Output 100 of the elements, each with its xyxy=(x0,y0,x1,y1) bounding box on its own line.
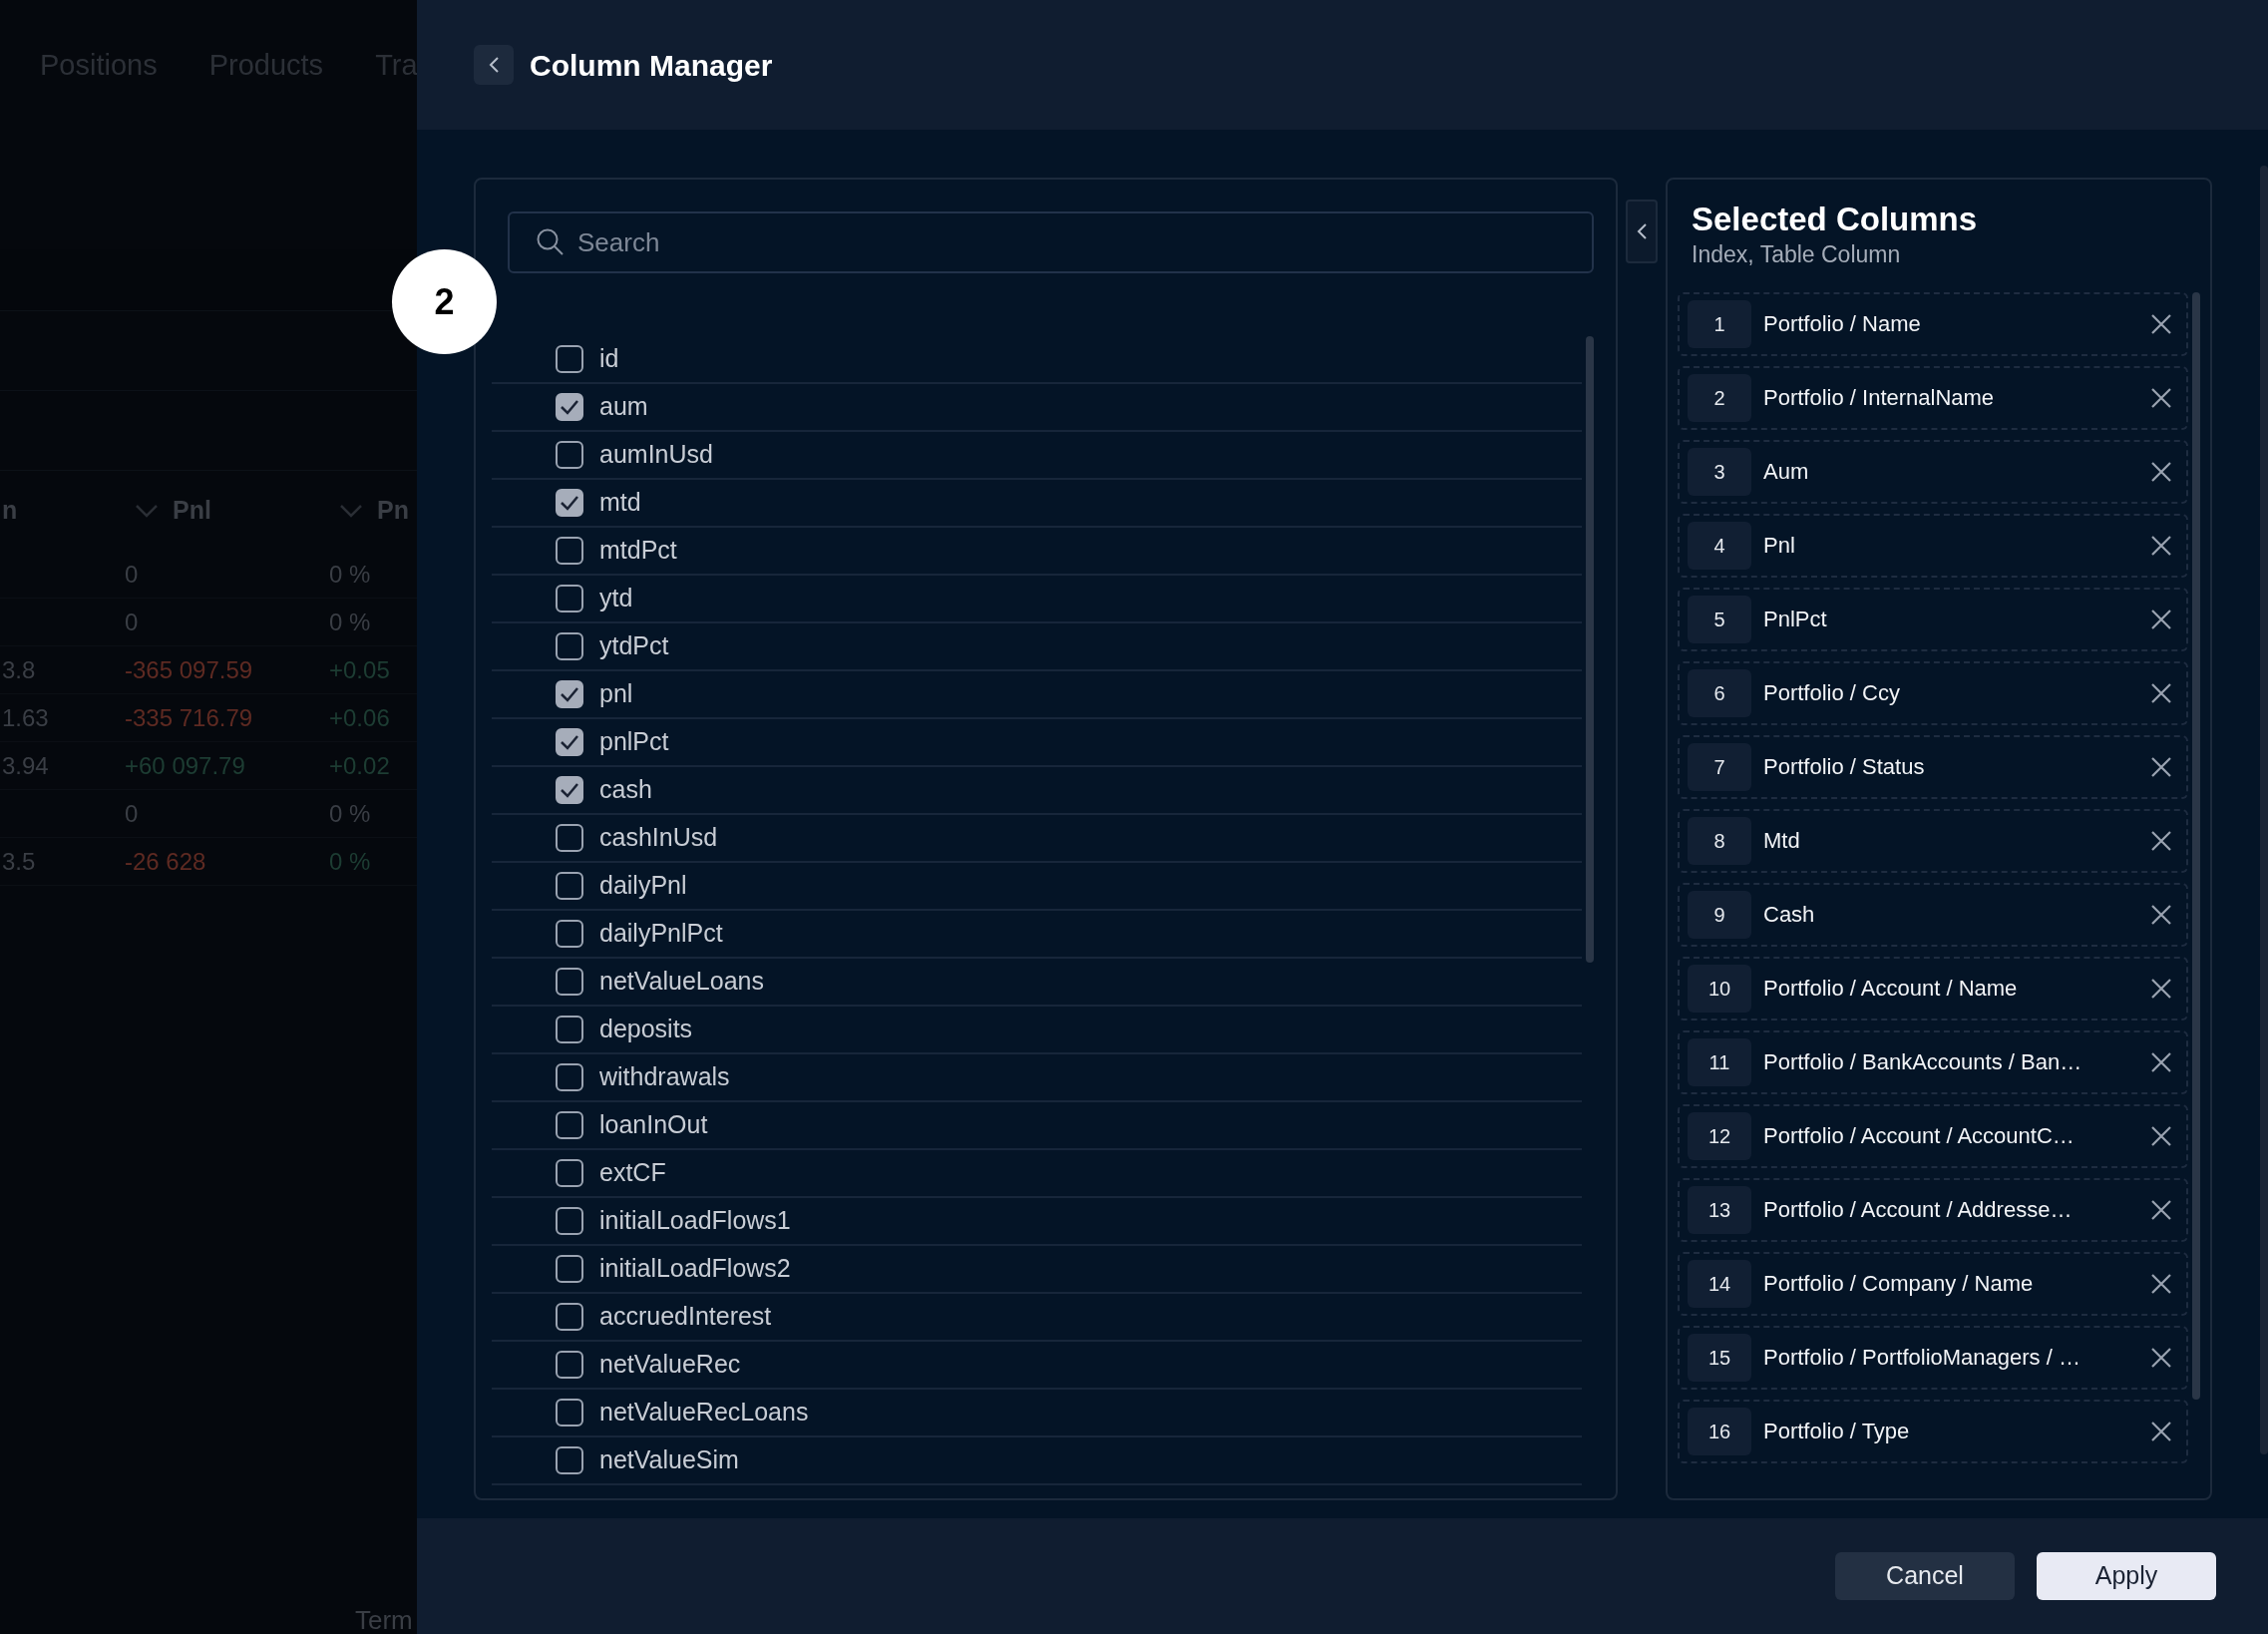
close-icon xyxy=(2150,1272,2172,1295)
column-label: deposits xyxy=(599,1014,693,1045)
drawer-title: Column Manager xyxy=(530,47,773,84)
column-label: aumInUsd xyxy=(599,439,713,471)
footer-text: Term xyxy=(355,1604,413,1634)
column-name: Cash xyxy=(1763,901,1816,930)
selected-column-item[interactable]: 1 Portfolio / Name xyxy=(1678,291,2188,356)
selected-column-item[interactable]: 2 Portfolio / InternalName xyxy=(1678,365,2188,430)
close-icon xyxy=(2150,755,2172,778)
table-cell: 3.8 xyxy=(2,655,36,683)
column-label: dailyPnlPct xyxy=(599,918,723,950)
column-name: Portfolio / Company / Name xyxy=(1763,1270,2035,1299)
checkbox[interactable] xyxy=(556,1399,583,1427)
checkbox[interactable] xyxy=(556,1303,583,1331)
cancel-button[interactable]: Cancel xyxy=(1835,1552,2015,1600)
checkmark-icon xyxy=(560,782,579,798)
selected-column-item[interactable]: 14 Portfolio / Company / Name xyxy=(1678,1251,2188,1316)
panel-title: Selected Columns xyxy=(1691,202,1979,238)
scrollbar[interactable] xyxy=(1586,336,1594,963)
checkbox[interactable] xyxy=(556,824,583,852)
selected-column-item[interactable]: 11 Portfolio / BankAccounts / Ban… xyxy=(1678,1029,2188,1094)
checkbox[interactable] xyxy=(556,1063,583,1091)
column-name: Portfolio / Ccy xyxy=(1763,679,1901,708)
checkbox[interactable] xyxy=(556,632,583,660)
table-cell: 3.5 xyxy=(2,847,36,875)
checkbox[interactable] xyxy=(556,1111,583,1139)
index-number: 8 xyxy=(1688,816,1751,865)
checkbox[interactable] xyxy=(556,441,583,469)
table-cell-text: -365 097.59 xyxy=(125,654,253,685)
column-label: extCF xyxy=(599,1157,666,1189)
selected-column-item[interactable]: 4 Pnl xyxy=(1678,513,2188,578)
column-name: Pnl xyxy=(1763,532,1796,561)
table-cell-text: 0 % xyxy=(329,798,371,829)
checkbox[interactable] xyxy=(556,489,583,517)
column-name: Portfolio / Type xyxy=(1763,1418,1911,1446)
close-icon xyxy=(2150,608,2172,630)
column-label: dailyPnl xyxy=(599,870,687,902)
chevron-left-icon xyxy=(488,56,500,74)
column-name: Portfolio / Account / Name xyxy=(1763,975,2019,1004)
checkbox[interactable] xyxy=(556,776,583,804)
selected-column-item[interactable]: 16 Portfolio / Type xyxy=(1678,1399,2188,1463)
table-cell-text: 0 % xyxy=(329,559,371,590)
selected-column-item[interactable]: 15 Portfolio / PortfolioManagers / … xyxy=(1678,1325,2188,1390)
checkbox[interactable] xyxy=(556,345,583,373)
column-label: pnl xyxy=(599,678,633,710)
column-label: mtdPct xyxy=(599,535,677,567)
index-number: 7 xyxy=(1688,742,1751,791)
column-label: netValueLoans xyxy=(599,966,764,998)
close-icon xyxy=(2150,1050,2172,1073)
column-label: loanInOut xyxy=(599,1109,708,1141)
checkbox[interactable] xyxy=(556,1255,583,1283)
selected-column-item[interactable]: 8 Mtd xyxy=(1678,808,2188,873)
checkbox[interactable] xyxy=(556,680,583,708)
selected-column-item[interactable]: 9 Cash xyxy=(1678,882,2188,947)
selected-column-item[interactable]: 3 Aum xyxy=(1678,439,2188,504)
selected-column-item[interactable]: 12 Portfolio / Account / AccountC… xyxy=(1678,1103,2188,1168)
selected-column-item[interactable]: 6 Portfolio / Ccy xyxy=(1678,660,2188,725)
checkmark-icon xyxy=(560,399,579,415)
checkbox[interactable] xyxy=(556,585,583,613)
scrollbar[interactable] xyxy=(2192,291,2200,1400)
index-number: 4 xyxy=(1688,521,1751,570)
selected-column-item[interactable]: 5 PnlPct xyxy=(1678,587,2188,651)
column-label: netValueSim xyxy=(599,1444,739,1476)
index-number: 11 xyxy=(1688,1037,1751,1086)
checkbox[interactable] xyxy=(556,920,583,948)
column-label: accruedInterest xyxy=(599,1301,772,1333)
scrollbar[interactable] xyxy=(2260,166,2268,1454)
selected-column-item[interactable]: 7 Portfolio / Status xyxy=(1678,734,2188,799)
checkbox[interactable] xyxy=(556,968,583,996)
panel-subtitle: Index, Table Column xyxy=(1691,240,1902,270)
checkbox[interactable] xyxy=(556,393,583,421)
collapse-button[interactable] xyxy=(1626,200,1658,263)
selected-column-item[interactable]: 10 Portfolio / Account / Name xyxy=(1678,956,2188,1021)
checkbox[interactable] xyxy=(556,1207,583,1235)
column-name: Mtd xyxy=(1763,827,1801,856)
search-icon xyxy=(536,227,566,257)
index-number: 15 xyxy=(1688,1333,1751,1382)
column-name: Portfolio / Name xyxy=(1763,310,1922,339)
column-name: Portfolio / InternalName xyxy=(1763,384,1996,413)
close-icon xyxy=(2150,312,2172,335)
checkbox[interactable] xyxy=(556,1446,583,1474)
index-number: 6 xyxy=(1688,668,1751,717)
chevron-left-icon xyxy=(1636,222,1648,240)
checkbox[interactable] xyxy=(556,728,583,756)
column-label: initialLoadFlows1 xyxy=(599,1205,791,1237)
back-button[interactable] xyxy=(474,45,514,85)
selected-column-item[interactable]: 13 Portfolio / Account / Addresse… xyxy=(1678,1177,2188,1242)
table-cell-text: 0 xyxy=(125,559,139,590)
index-number: 1 xyxy=(1688,299,1751,348)
checkbox[interactable] xyxy=(556,1159,583,1187)
column-label: id xyxy=(599,343,619,375)
apply-button[interactable]: Apply xyxy=(2037,1552,2216,1600)
column-label: cashInUsd xyxy=(599,822,718,854)
checkbox[interactable] xyxy=(556,872,583,900)
column-label: initialLoadFlows2 xyxy=(599,1253,791,1285)
checkbox[interactable] xyxy=(556,537,583,565)
checkbox[interactable] xyxy=(556,1016,583,1043)
table-cell-text: -335 716.79 xyxy=(125,702,253,733)
column-label: cash xyxy=(599,774,652,806)
checkbox[interactable] xyxy=(556,1351,583,1379)
